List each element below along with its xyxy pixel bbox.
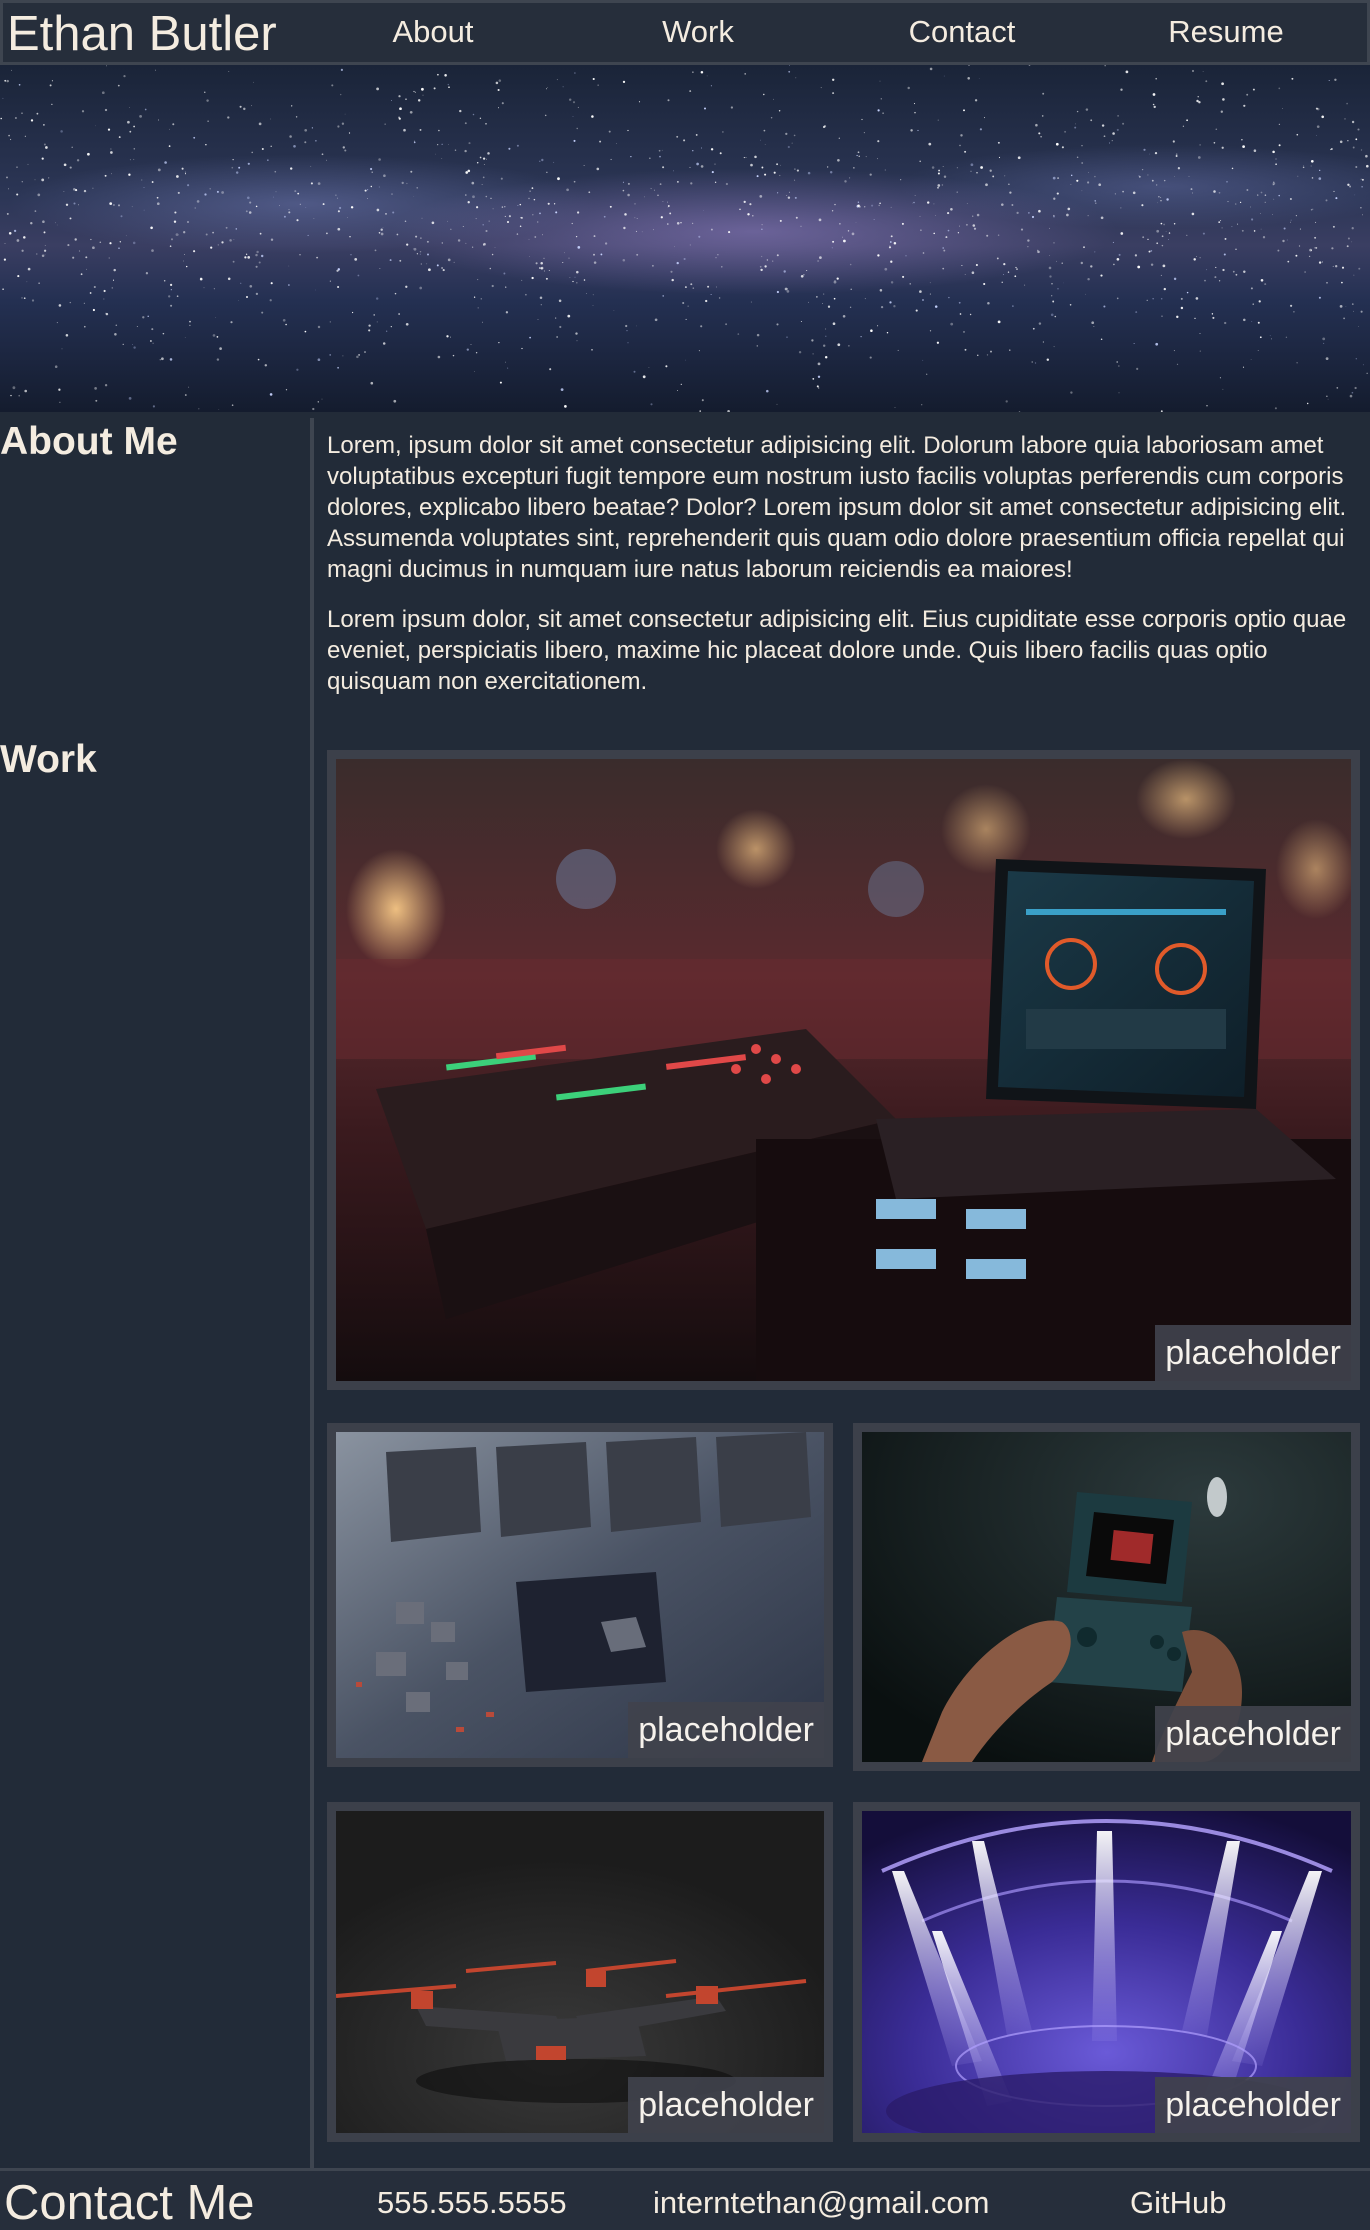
circuit-board-image: placeholder — [336, 1432, 824, 1758]
site-header: Ethan Butler About Work Contact Resume — [0, 0, 1370, 65]
about-title: About Me — [0, 420, 178, 463]
work-caption: placeholder — [628, 1702, 824, 1758]
nav-link-work[interactable]: Work — [623, 12, 773, 52]
email-link[interactable]: interntethan@gmail.com — [653, 2183, 989, 2223]
work-caption: placeholder — [628, 2077, 824, 2133]
nav-link-about[interactable]: About — [358, 12, 508, 52]
work-caption: placeholder — [1155, 2077, 1351, 2133]
work-card[interactable]: placeholder — [327, 1802, 833, 2142]
drone-image: placeholder — [336, 1811, 824, 2133]
about-paragraph: Lorem, ipsum dolor sit amet consectetur … — [327, 432, 1347, 583]
github-link[interactable]: GitHub — [1130, 2183, 1226, 2223]
work-caption: placeholder — [1155, 1325, 1351, 1381]
dj-mixer-laptop-image: placeholder — [336, 759, 1351, 1381]
hero-banner — [0, 65, 1370, 412]
site-brand[interactable]: Ethan Butler — [7, 5, 277, 63]
work-card[interactable]: placeholder — [853, 1423, 1360, 1771]
starry-sky-image — [0, 65, 1369, 412]
sidebar-divider — [310, 418, 314, 2170]
nav-link-contact[interactable]: Contact — [887, 12, 1037, 52]
about-text: Lorem, ipsum dolor sit amet consectetur … — [327, 430, 1357, 697]
contact-title: Contact Me — [4, 2176, 255, 2230]
work-card[interactable]: placeholder — [327, 1423, 833, 1767]
site-footer: Contact Me 555.555.5555 interntethan@gma… — [0, 2168, 1370, 2230]
work-card[interactable]: placeholder — [327, 750, 1360, 1390]
about-paragraph: Lorem ipsum dolor, sit amet consectetur … — [327, 606, 1347, 695]
work-title: Work — [0, 738, 97, 781]
handheld-console-image: placeholder — [862, 1432, 1351, 1762]
nav-link-resume[interactable]: Resume — [1151, 12, 1301, 52]
stage-lights-image: placeholder — [862, 1811, 1351, 2133]
work-card[interactable]: placeholder — [853, 1802, 1360, 2142]
work-caption: placeholder — [1155, 1706, 1351, 1762]
phone-link[interactable]: 555.555.5555 — [377, 2183, 567, 2223]
